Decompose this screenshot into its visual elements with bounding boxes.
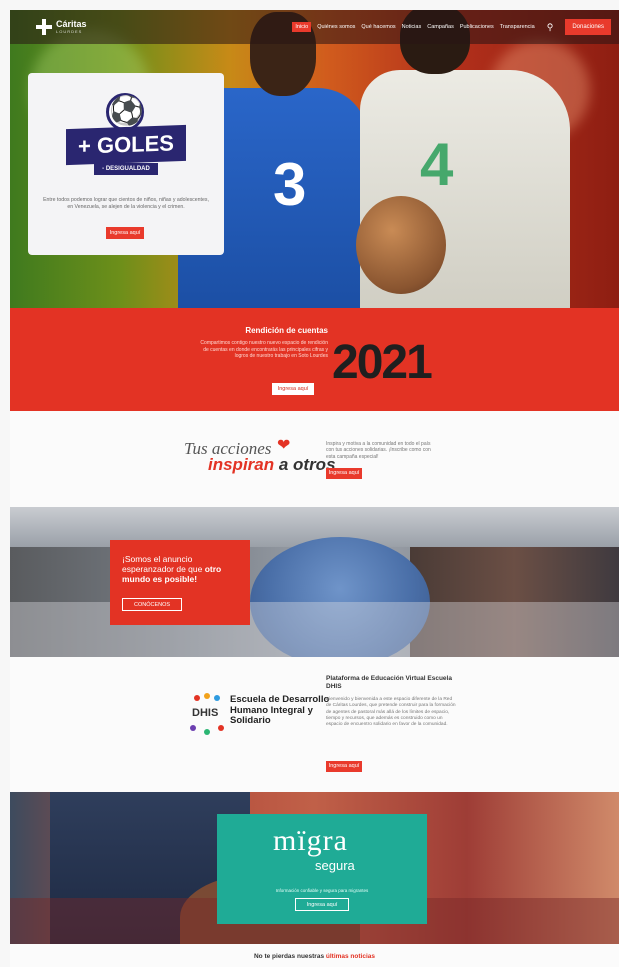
menu-item-campanas[interactable]: Campañas (427, 24, 454, 30)
conocenos-button[interactable]: CONÓCENOS (122, 598, 182, 611)
shirt-number-left: 3 (273, 151, 307, 218)
menu-item-inicio[interactable]: Inicio (292, 22, 312, 32)
news-teaser-a: No te pierdas nuestras (253, 953, 326, 960)
menu-item-noticias[interactable]: Noticias (402, 24, 422, 30)
goles-title: + GOLES (66, 124, 186, 166)
rendicion-cta-button[interactable]: Ingresa aquí (272, 383, 314, 395)
dhis-logo[interactable]: DHIS Escuela de Desarrollo Humano Integr… (188, 691, 338, 737)
page: Cáritas LOURDES Inicio Quiénes somos Qué… (0, 0, 619, 967)
dhis-description: Bienvenido y bienvenida a este espacio d… (326, 697, 456, 728)
donate-button[interactable]: Donaciones (565, 19, 611, 35)
caritas-cross-icon (36, 19, 52, 35)
rendicion-title: Rendición de cuentas (245, 326, 328, 335)
migra-logo-word: mïgra (273, 824, 348, 857)
menu-item-publicaciones[interactable]: Publicaciones (460, 24, 494, 30)
migra-info-text: Información confiable y segura para migr… (275, 888, 369, 893)
heart-icon: ❤ (277, 437, 291, 454)
goles-logo: ⚽ + GOLES - DESIGUALDAD (66, 93, 186, 185)
inspiran-text: inspiran a otros (208, 455, 336, 475)
shirt-number-right: 4 (420, 131, 454, 198)
news-teaser-text: No te pierdas nuestras últimas noticias (10, 953, 619, 960)
promo-text: Entre todos podemos lograr que cientos d… (43, 197, 209, 210)
menu-item-que-hacemos[interactable]: Qué hacemos (361, 24, 395, 30)
caritas-logo[interactable]: Cáritas LOURDES (36, 19, 87, 35)
acciones-cta-button[interactable]: Ingresa aquí (326, 468, 362, 479)
acciones-section: Tus acciones ❤ inspiran a otros Inspira … (10, 411, 619, 507)
dhis-title: Plataforma de Educación Virtual Escuela … (326, 675, 452, 690)
anuncio-text: ¡Somos el anuncio esperanzador de que ot… (122, 554, 242, 584)
menu-item-quienes-somos[interactable]: Quiénes somos (317, 24, 355, 30)
dhis-section: DHIS Escuela de Desarrollo Humano Integr… (10, 657, 619, 792)
brand-subtitle: LOURDES (56, 29, 83, 34)
segura-logo-word: segura (315, 858, 355, 873)
soccer-ball-icon: ⚽ (106, 93, 144, 131)
anuncio-card: ¡Somos el anuncio esperanzador de que ot… (110, 540, 250, 625)
inspiran-word: inspiran (208, 455, 275, 474)
dhis-acronym: DHIS (192, 707, 219, 719)
brand-name: Cáritas (56, 19, 87, 29)
migra-segura-section: mïgra segura Información confiable y seg… (10, 792, 619, 944)
goles-subtitle: - DESIGUALDAD (94, 163, 158, 175)
main-menu: Inicio Quiénes somos Qué hacemos Noticia… (292, 19, 611, 35)
goles-promo-card: ⚽ + GOLES - DESIGUALDAD Entre todos pode… (28, 73, 224, 255)
migra-segura-card: mïgra segura Información confiable y seg… (217, 814, 427, 924)
goles-cta-button[interactable]: Ingresa aquí (106, 227, 144, 239)
rendicion-text: Compartimos contigo nuestro nuevo espaci… (200, 340, 328, 360)
rendicion-section: Rendición de cuentas Compartimos contigo… (10, 308, 619, 411)
anuncio-section: ¡Somos el anuncio esperanzador de que ot… (10, 507, 619, 657)
anuncio-text-a: ¡Somos el anuncio esperanzador de que (122, 554, 205, 574)
migra-cta-button[interactable]: Ingresa aquí (295, 898, 349, 911)
acciones-description: Inspira y motiva a la comunidad en todo … (326, 441, 431, 460)
dhis-full-name: Escuela de Desarrollo Humano Integral y … (230, 694, 330, 726)
top-navigation: Cáritas LOURDES Inicio Quiénes somos Qué… (10, 10, 619, 44)
dhis-cta-button[interactable]: Ingresa aquí (326, 761, 362, 772)
year-2021-graphic: 2021 (332, 336, 433, 389)
hero-banner: 3 4 ⚽ + GOLES - DESIGUALDAD Entre todos … (10, 10, 619, 308)
news-link[interactable]: últimas noticias (326, 953, 375, 960)
news-teaser: No te pierdas nuestras últimas noticias (10, 944, 619, 967)
search-icon[interactable]: ⚲ (547, 22, 554, 33)
soccer-ball-photo (356, 196, 446, 294)
menu-item-transparencia[interactable]: Transparencia (500, 24, 535, 30)
